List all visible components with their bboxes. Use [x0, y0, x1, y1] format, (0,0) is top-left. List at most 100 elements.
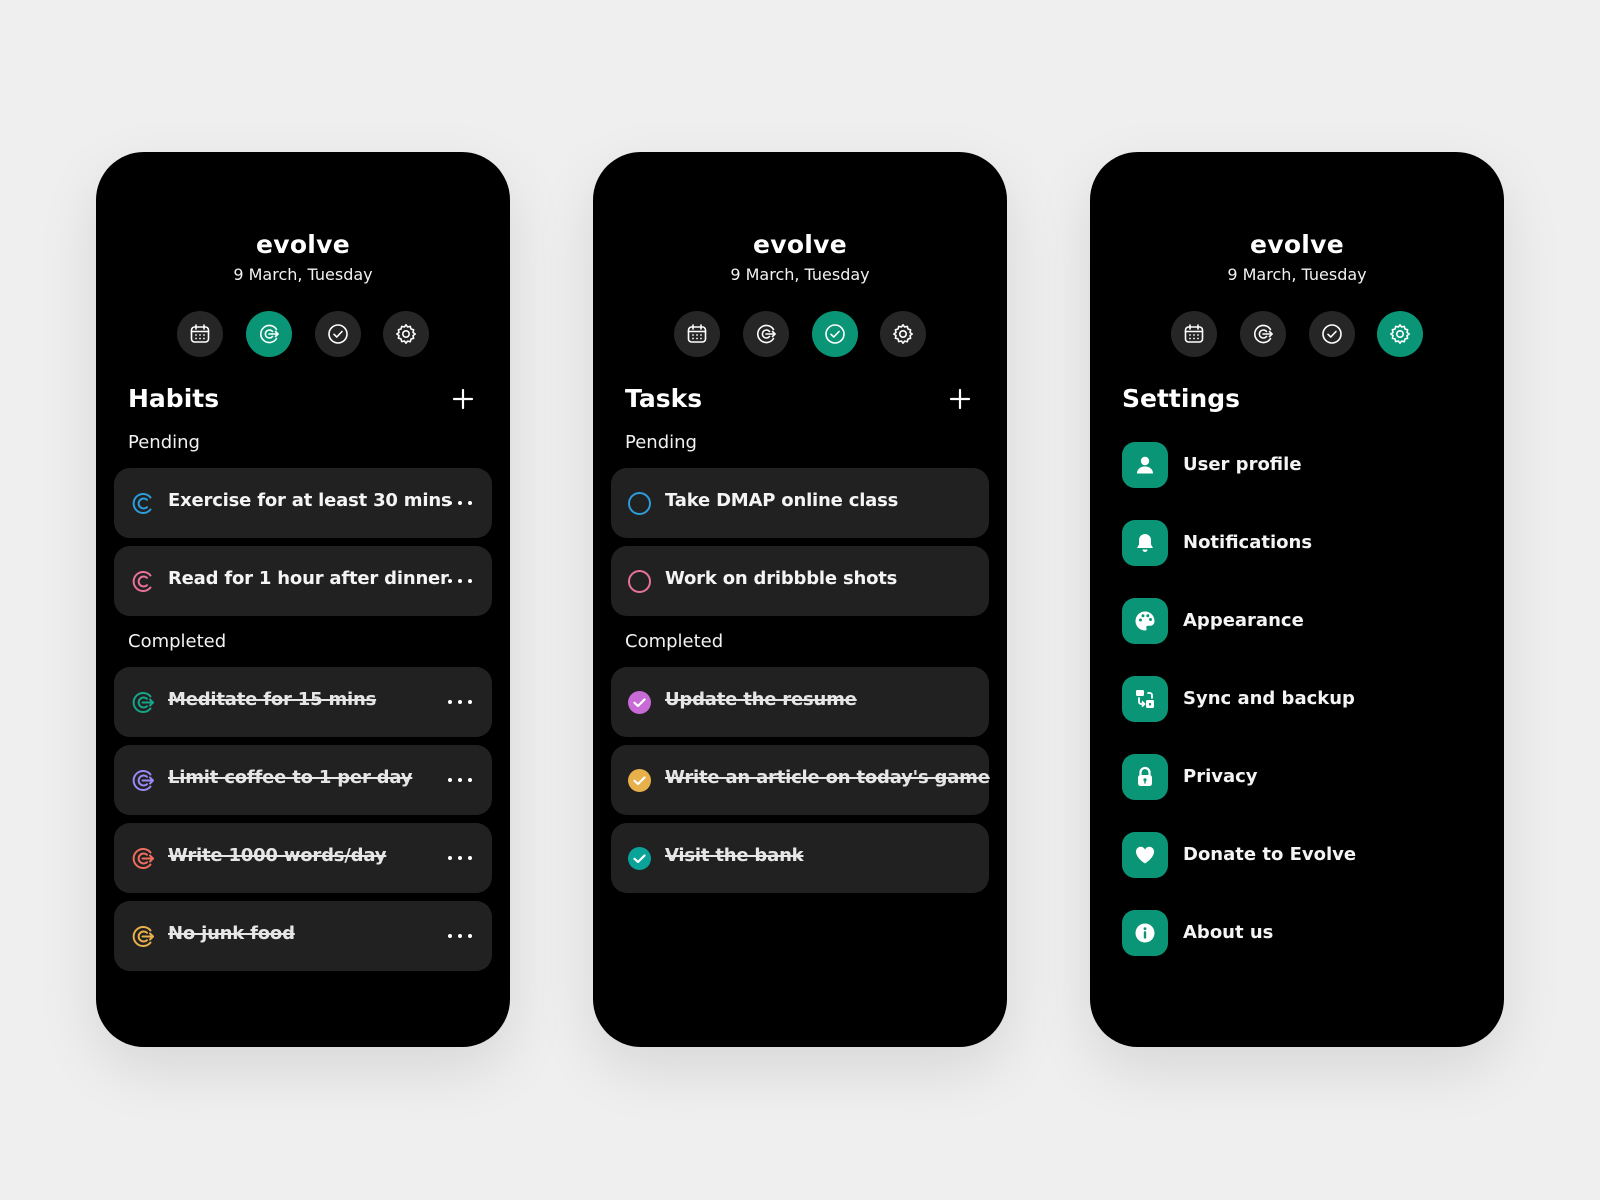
lock-icon — [1122, 754, 1168, 800]
plus-icon — [947, 386, 973, 412]
habit-label: Meditate for 15 mins — [168, 689, 377, 710]
habit-label: Exercise for at least 30 mins — [168, 490, 452, 511]
habit-label: Write 1000 words/day — [168, 845, 387, 866]
settings-item-sync[interactable]: Sync and backup — [1122, 676, 1462, 722]
tab-tasks[interactable] — [1309, 311, 1355, 357]
completed-label: Completed — [625, 631, 724, 652]
settings-item-appearance[interactable]: Appearance — [1122, 598, 1462, 644]
settings-item-label: About us — [1183, 922, 1274, 943]
settings-item-user-profile[interactable]: User profile — [1122, 442, 1462, 488]
habit-done-icon — [130, 924, 155, 949]
task-label: Write an article on today's game — [665, 767, 990, 788]
tab-settings[interactable] — [880, 311, 926, 357]
app-title: evolve — [255, 230, 351, 259]
habit-done-icon — [130, 768, 155, 793]
more-options-icon[interactable] — [448, 571, 472, 591]
tab-bar — [177, 311, 429, 357]
more-options-icon[interactable] — [448, 493, 472, 513]
settings-item-label: Privacy — [1183, 766, 1258, 787]
tasks-screen: evolve 9 March, Tuesday Tasks Pending Ta… — [593, 152, 1007, 1047]
settings-item-label: Sync and backup — [1183, 688, 1355, 709]
more-options-icon[interactable] — [448, 848, 472, 868]
settings-item-label: Notifications — [1183, 532, 1313, 553]
tab-calendar[interactable] — [1171, 311, 1217, 357]
task-card[interactable]: Write an article on today's game — [611, 745, 990, 815]
task-card[interactable]: Visit the bank — [611, 823, 989, 893]
tab-habits[interactable] — [246, 311, 292, 357]
tab-calendar[interactable] — [674, 311, 720, 357]
habit-target-icon — [754, 322, 778, 346]
pending-label: Pending — [625, 432, 697, 453]
checked-checkbox-icon[interactable] — [627, 690, 652, 715]
task-label: Work on dribbble shots — [665, 568, 898, 589]
tab-habits[interactable] — [743, 311, 789, 357]
app-header: evolve 9 March, Tuesday — [1090, 230, 1504, 284]
settings-item-about[interactable]: About us — [1122, 910, 1462, 956]
tab-bar — [674, 311, 926, 357]
check-circle-icon — [823, 322, 847, 346]
app-title: evolve — [1249, 230, 1345, 259]
settings-item-notifications[interactable]: Notifications — [1122, 520, 1462, 566]
settings-item-label: Donate to Evolve — [1183, 844, 1357, 865]
app-header: evolve 9 March, Tuesday — [593, 230, 1007, 284]
tab-calendar[interactable] — [177, 311, 223, 357]
habit-card[interactable]: Read for 1 hour after dinner — [114, 546, 492, 616]
task-card[interactable]: Work on dribbble shots — [611, 546, 989, 616]
check-circle-icon — [326, 322, 350, 346]
page-title: Habits — [128, 384, 220, 413]
habit-icon — [130, 569, 155, 594]
tab-bar — [1171, 311, 1423, 357]
settings-screen: evolve 9 March, Tuesday Settings User pr… — [1090, 152, 1504, 1047]
habit-target-icon — [1251, 322, 1275, 346]
more-options-icon[interactable] — [448, 692, 472, 712]
calendar-icon — [685, 322, 709, 346]
more-options-icon[interactable] — [448, 926, 472, 946]
page-title: Tasks — [625, 384, 703, 413]
habit-card[interactable]: Exercise for at least 30 mins — [114, 468, 492, 538]
habit-card[interactable]: Meditate for 15 mins — [114, 667, 492, 737]
settings-item-privacy[interactable]: Privacy — [1122, 754, 1462, 800]
heart-icon — [1122, 832, 1168, 878]
app-date: 9 March, Tuesday — [233, 265, 373, 284]
habit-done-icon — [130, 846, 155, 871]
checked-checkbox-icon[interactable] — [627, 768, 652, 793]
tab-settings[interactable] — [383, 311, 429, 357]
settings-item-donate[interactable]: Donate to Evolve — [1122, 832, 1462, 878]
task-label: Visit the bank — [665, 845, 804, 866]
gear-icon — [1388, 322, 1412, 346]
tab-settings[interactable] — [1377, 311, 1423, 357]
task-card[interactable]: Update the resume — [611, 667, 989, 737]
task-label: Update the resume — [665, 689, 857, 710]
gear-icon — [394, 322, 418, 346]
habits-screen: evolve 9 March, Tuesday Habits Pending E… — [96, 152, 510, 1047]
tab-tasks[interactable] — [812, 311, 858, 357]
user-icon — [1122, 442, 1168, 488]
more-options-icon[interactable] — [448, 770, 472, 790]
tab-habits[interactable] — [1240, 311, 1286, 357]
page-title: Settings — [1122, 384, 1241, 413]
habit-icon — [130, 491, 155, 516]
habit-card[interactable]: Limit coffee to 1 per day — [114, 745, 492, 815]
info-icon — [1122, 910, 1168, 956]
add-habit-button[interactable] — [450, 386, 476, 412]
plus-icon — [450, 386, 476, 412]
calendar-icon — [188, 322, 212, 346]
task-label: Take DMAP online class — [665, 490, 899, 511]
checkbox-icon[interactable] — [627, 491, 652, 516]
habit-target-icon — [257, 322, 281, 346]
checkbox-icon[interactable] — [627, 569, 652, 594]
app-date: 9 March, Tuesday — [730, 265, 870, 284]
habit-card[interactable]: No junk food — [114, 901, 492, 971]
task-card[interactable]: Take DMAP online class — [611, 468, 989, 538]
tab-tasks[interactable] — [315, 311, 361, 357]
checked-checkbox-icon[interactable] — [627, 846, 652, 871]
app-title: evolve — [752, 230, 848, 259]
habit-label: No junk food — [168, 923, 295, 944]
completed-label: Completed — [128, 631, 227, 652]
gear-icon — [891, 322, 915, 346]
app-date: 9 March, Tuesday — [1227, 265, 1367, 284]
app-header: evolve 9 March, Tuesday — [96, 230, 510, 284]
habit-card[interactable]: Write 1000 words/day — [114, 823, 492, 893]
add-task-button[interactable] — [947, 386, 973, 412]
palette-icon — [1122, 598, 1168, 644]
